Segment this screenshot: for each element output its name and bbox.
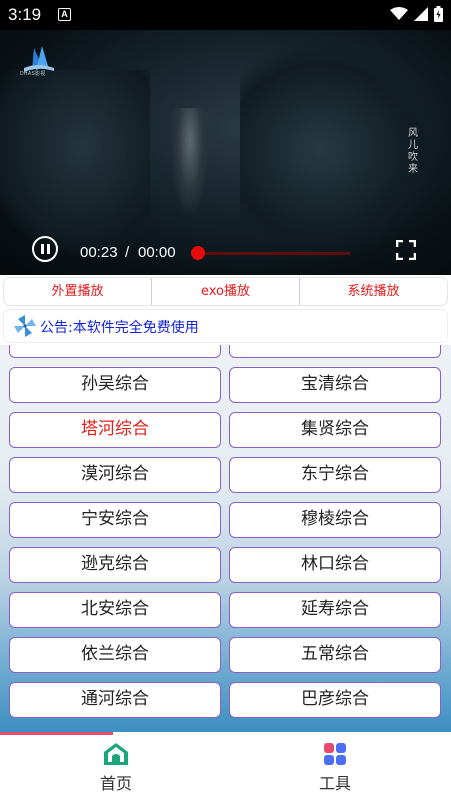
channel-button[interactable]: 林口综合	[229, 547, 441, 583]
notice-text: 公告:本软件完全免费使用	[40, 320, 199, 336]
channel-button[interactable]: 巴彦综合	[229, 682, 441, 718]
channel-button[interactable]: 东宁综合	[229, 457, 441, 493]
grid-tools-icon	[324, 743, 346, 765]
channel-logo-text: DHAS影视	[20, 71, 46, 77]
player-mode-tabs: 外置播放 exo播放 系统播放	[4, 278, 447, 305]
channel-button[interactable]: 五常综合	[229, 637, 441, 673]
video-controls: 00:23 / 00:00	[0, 230, 451, 275]
channel-button[interactable]: 穆棱综合	[229, 502, 441, 538]
channel-button[interactable]: 宝清综合	[229, 367, 441, 403]
channel-button[interactable]	[229, 345, 441, 358]
channel-button[interactable]: 通河综合	[9, 682, 221, 718]
channel-button[interactable]: 逊克综合	[9, 547, 221, 583]
seek-bar[interactable]	[198, 252, 350, 255]
exo-player-tab[interactable]: exo播放	[151, 278, 299, 305]
time-separator: /	[125, 244, 130, 261]
channel-button[interactable]: 集贤综合	[229, 412, 441, 448]
nav-home-label: 首页	[99, 774, 132, 793]
pinwheel-icon	[14, 315, 36, 337]
notice-banner: 公告:本软件完全免费使用	[4, 310, 447, 342]
channel-button[interactable]: 依兰综合	[9, 637, 221, 673]
channel-button[interactable]: 宁安综合	[9, 502, 221, 538]
system-player-tab[interactable]: 系统播放	[299, 278, 447, 305]
fullscreen-icon[interactable]	[396, 240, 416, 260]
wifi-icon	[390, 7, 408, 20]
signal-icon	[414, 7, 428, 21]
video-watermark: 风儿吹来	[408, 128, 418, 175]
channel-button[interactable]: 延寿综合	[229, 592, 441, 628]
channel-button[interactable]	[9, 345, 221, 358]
channel-button[interactable]: 漠河综合	[9, 457, 221, 493]
status-bar: 3:19 A	[0, 0, 451, 30]
nav-selection-indicator	[0, 732, 113, 735]
total-time: 00:00	[138, 244, 176, 261]
bottom-nav: 首页 工具	[0, 732, 451, 801]
external-player-tab[interactable]: 外置播放	[4, 278, 151, 305]
channel-list[interactable]: 孙吴综合 宝清综合 塔河综合 集贤综合 漠河综合 东宁综合 宁安综合 穆棱综合 …	[0, 345, 451, 732]
channel-button[interactable]: 孙吴综合	[9, 367, 221, 403]
nav-home[interactable]: 首页	[56, 742, 176, 794]
nav-tools[interactable]: 工具	[275, 742, 395, 794]
seek-thumb[interactable]	[191, 246, 205, 260]
pause-button[interactable]	[32, 236, 58, 262]
status-time: 3:19	[8, 5, 42, 24]
home-icon	[104, 743, 128, 765]
channel-button-active[interactable]: 塔河综合	[9, 412, 221, 448]
channel-button[interactable]: 北安综合	[9, 592, 221, 628]
system-icons	[390, 6, 443, 22]
current-time: 00:23	[80, 244, 118, 261]
battery-icon	[434, 6, 443, 22]
video-player[interactable]: DHAS影视 风儿吹来 00:23 / 00:00	[0, 30, 451, 275]
notification-icon: A	[58, 8, 71, 21]
nav-tools-label: 工具	[318, 774, 351, 793]
